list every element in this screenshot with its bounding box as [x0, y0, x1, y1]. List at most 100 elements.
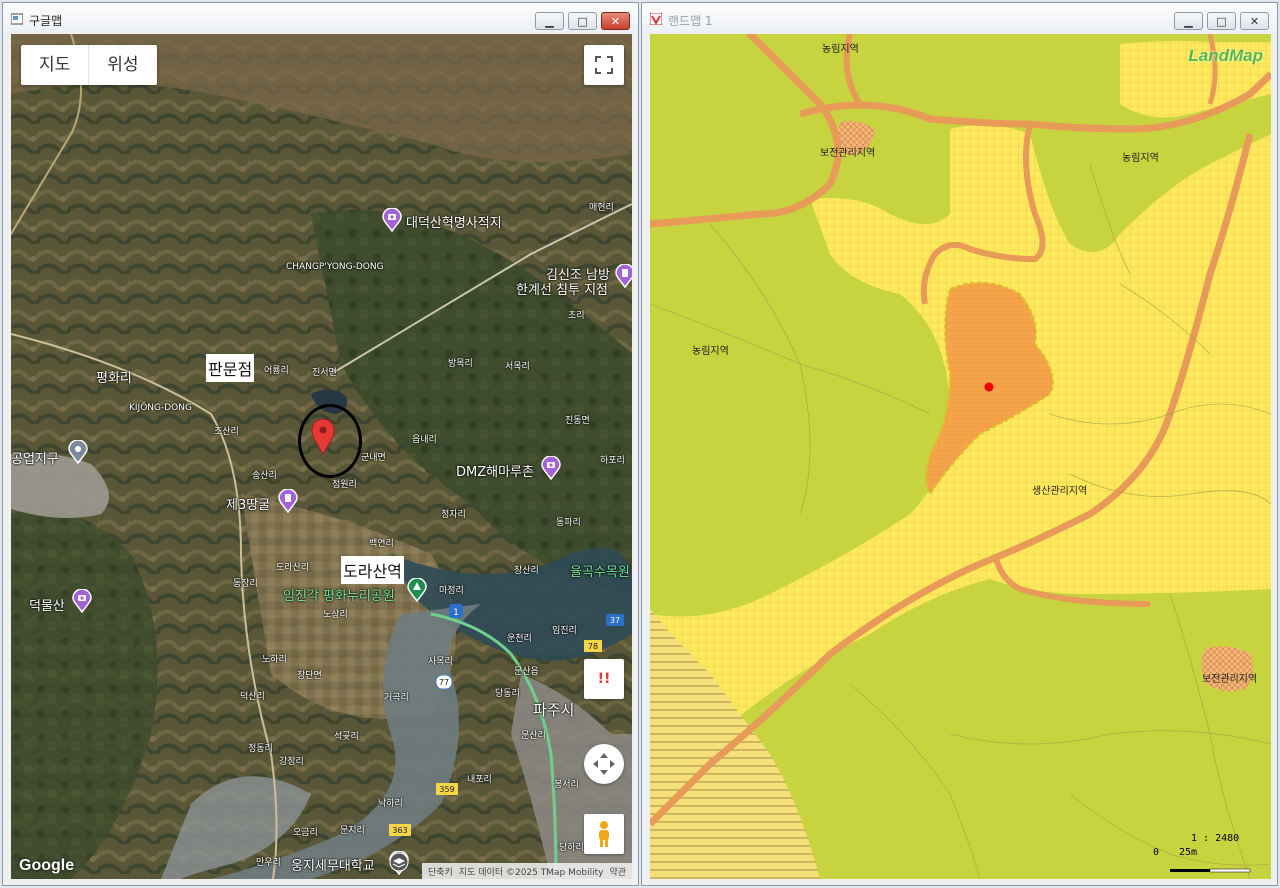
minimize-icon: ▁: [1184, 14, 1193, 28]
route-1-badge: 1: [449, 604, 463, 618]
label-gangjeong: 강정리: [279, 757, 304, 767]
label-kimsinjo-2: 한계선 침투 지점: [516, 283, 608, 298]
label-tunnel3: 제3땅굴: [226, 498, 271, 513]
alert-button[interactable]: !!: [584, 659, 624, 699]
route-badge-text: 78: [588, 642, 598, 651]
label-jeomwon: 점원리: [332, 480, 357, 490]
zone-label-agri-right: 농림지역: [1122, 153, 1159, 164]
label-eoryong: 어룡리: [264, 366, 289, 376]
label-jindong: 진동면: [565, 416, 590, 426]
label-changpyong: CHANGP'YONG-DONG: [286, 262, 384, 272]
attribution-bar: 단축키 지도 데이터 ©2025 TMap Mobility 약관: [422, 863, 632, 879]
label-paju: 파주시: [533, 701, 575, 719]
camera-control-button[interactable]: [584, 744, 624, 784]
route-78-badge: 78: [584, 640, 602, 652]
window-title: 랜드맵 1: [668, 14, 713, 28]
app-icon: [11, 13, 23, 25]
close-button[interactable]: ✕: [601, 12, 630, 30]
camera-poi-icon[interactable]: [72, 589, 92, 613]
label-dongpa: 동파리: [556, 518, 581, 528]
label-naepo: 내포리: [467, 775, 492, 785]
title-bar[interactable]: 구글맵 ▁ □ ✕: [3, 3, 638, 33]
landmap-window: 랜드맵 1 ▁ □ ✕ LandMap 농림지역 보전관리지역 농림지역 농림지…: [641, 2, 1278, 886]
camera-poi-icon[interactable]: [382, 208, 402, 232]
landmark-poi-icon[interactable]: [278, 489, 298, 513]
route-363-badge: 363: [389, 824, 411, 836]
zone-label-conservation-right: 보전관리지역: [1202, 674, 1258, 685]
label-jeongdong: 정동리: [248, 744, 273, 754]
map-scale: 1 : 2480 0 25m: [1151, 833, 1251, 873]
street-view-button[interactable]: [584, 814, 624, 854]
route-77-badge: 77: [436, 675, 452, 689]
minimize-button[interactable]: ▁: [1174, 12, 1203, 30]
map-data-text: 지도 데이터 ©2025 TMap Mobility: [458, 867, 604, 878]
terms-link[interactable]: 약관: [609, 865, 626, 878]
label-geogok: 거곡리: [384, 693, 409, 703]
label-manu: 만우리: [256, 858, 281, 868]
minimize-button[interactable]: ▁: [535, 12, 564, 30]
close-button[interactable]: ✕: [1240, 12, 1269, 30]
park-poi-icon[interactable]: [407, 578, 427, 602]
move-arrows-icon: [593, 753, 615, 775]
maximize-button[interactable]: □: [568, 12, 597, 30]
landmark-poi-icon[interactable]: [615, 264, 632, 288]
label-jinseo: 진서면: [312, 368, 337, 378]
label-danggok: 당동리: [495, 689, 520, 699]
zone-label-conservation-top: 보전관리지역: [820, 148, 876, 159]
label-industrial: 공업지구: [11, 452, 59, 467]
label-dmz: DMZ해마루촌: [456, 465, 534, 480]
label-yulgok: 율곡수목원: [570, 565, 630, 580]
title-bar[interactable]: 랜드맵 1 ▁ □ ✕: [642, 3, 1277, 33]
label-dangha: 당하리: [559, 843, 584, 853]
label-seokgot: 석곶리: [334, 732, 359, 742]
route-badge-text: 363: [392, 826, 407, 835]
location-poi-icon[interactable]: [68, 440, 88, 464]
zoning-map[interactable]: LandMap 농림지역 보전관리지역 농림지역 농림지역 생산관리지역 보전관…: [650, 34, 1271, 879]
scale-ratio: 1 : 2480: [1191, 833, 1240, 844]
label-sagok: 사목리: [428, 657, 453, 667]
map-type-satellite-button[interactable]: 위성: [89, 45, 156, 85]
dorasan-station-label: 도라산역: [341, 556, 404, 584]
fullscreen-button[interactable]: [584, 45, 624, 85]
maximize-icon: □: [577, 14, 588, 28]
route-359-badge: 359: [436, 783, 458, 795]
label-munsaneup: 문산읍: [514, 667, 539, 677]
zone-label-agri-top: 농림지역: [822, 44, 859, 55]
minimize-icon: ▁: [545, 14, 554, 28]
camera-poi-icon[interactable]: [541, 456, 561, 480]
maximize-button[interactable]: □: [1207, 12, 1236, 30]
label-dorasan-ri: 도라산리: [276, 563, 310, 573]
label-uncheon: 운천리: [507, 634, 532, 644]
label-seomok: 서목리: [505, 362, 530, 372]
satellite-map[interactable]: 대덕산혁명사적지 CHANGP'YONG-DONG 김신조 남방 한계선 침투 …: [11, 34, 632, 879]
label-maehyeon: 매현리: [589, 203, 614, 213]
route-badge-text: 77: [439, 678, 449, 687]
maximize-icon: □: [1216, 14, 1227, 28]
label-cho: 초리: [568, 311, 585, 321]
shortcuts-link[interactable]: 단축키: [428, 865, 453, 878]
label-imjingak: 임진각 평화누리공원: [283, 589, 395, 604]
label-munsan: 문산리: [521, 731, 546, 741]
location-marker-icon[interactable]: [311, 419, 335, 455]
label-deoksan: 덕산리: [240, 692, 265, 702]
label-jangsan: 장산리: [514, 566, 539, 576]
layers-icon[interactable]: [389, 852, 409, 872]
landmap-logo: LandMap: [1188, 46, 1263, 65]
close-icon: ✕: [1249, 14, 1260, 28]
label-ungji: 웅지세무대학교: [291, 859, 375, 874]
label-bongseo: 봉서리: [554, 780, 579, 790]
label-ogeum: 오금리: [293, 828, 318, 838]
label-songsan: 송산리: [252, 471, 277, 481]
map-type-map-button[interactable]: 지도: [21, 45, 88, 85]
google-map-window: 구글맵 ▁ □ ✕ 대덕산혁명사적지 CHANGP'YONG-DONG 김신조 …: [2, 2, 639, 886]
map-type-control: 지도 위성: [21, 45, 157, 85]
route-badge-text: 359: [439, 785, 454, 794]
label-bangmok: 방목리: [448, 359, 473, 369]
route-badge-text: 37: [610, 616, 620, 625]
label-deokmulsan: 덕물산: [29, 599, 65, 614]
landmap-app-icon: [650, 13, 662, 25]
fullscreen-icon: [595, 56, 613, 74]
scale-distance: 25m: [1179, 847, 1198, 858]
label-nakha: 낙하리: [378, 799, 403, 809]
zoning-map-graphics: [650, 34, 1271, 879]
